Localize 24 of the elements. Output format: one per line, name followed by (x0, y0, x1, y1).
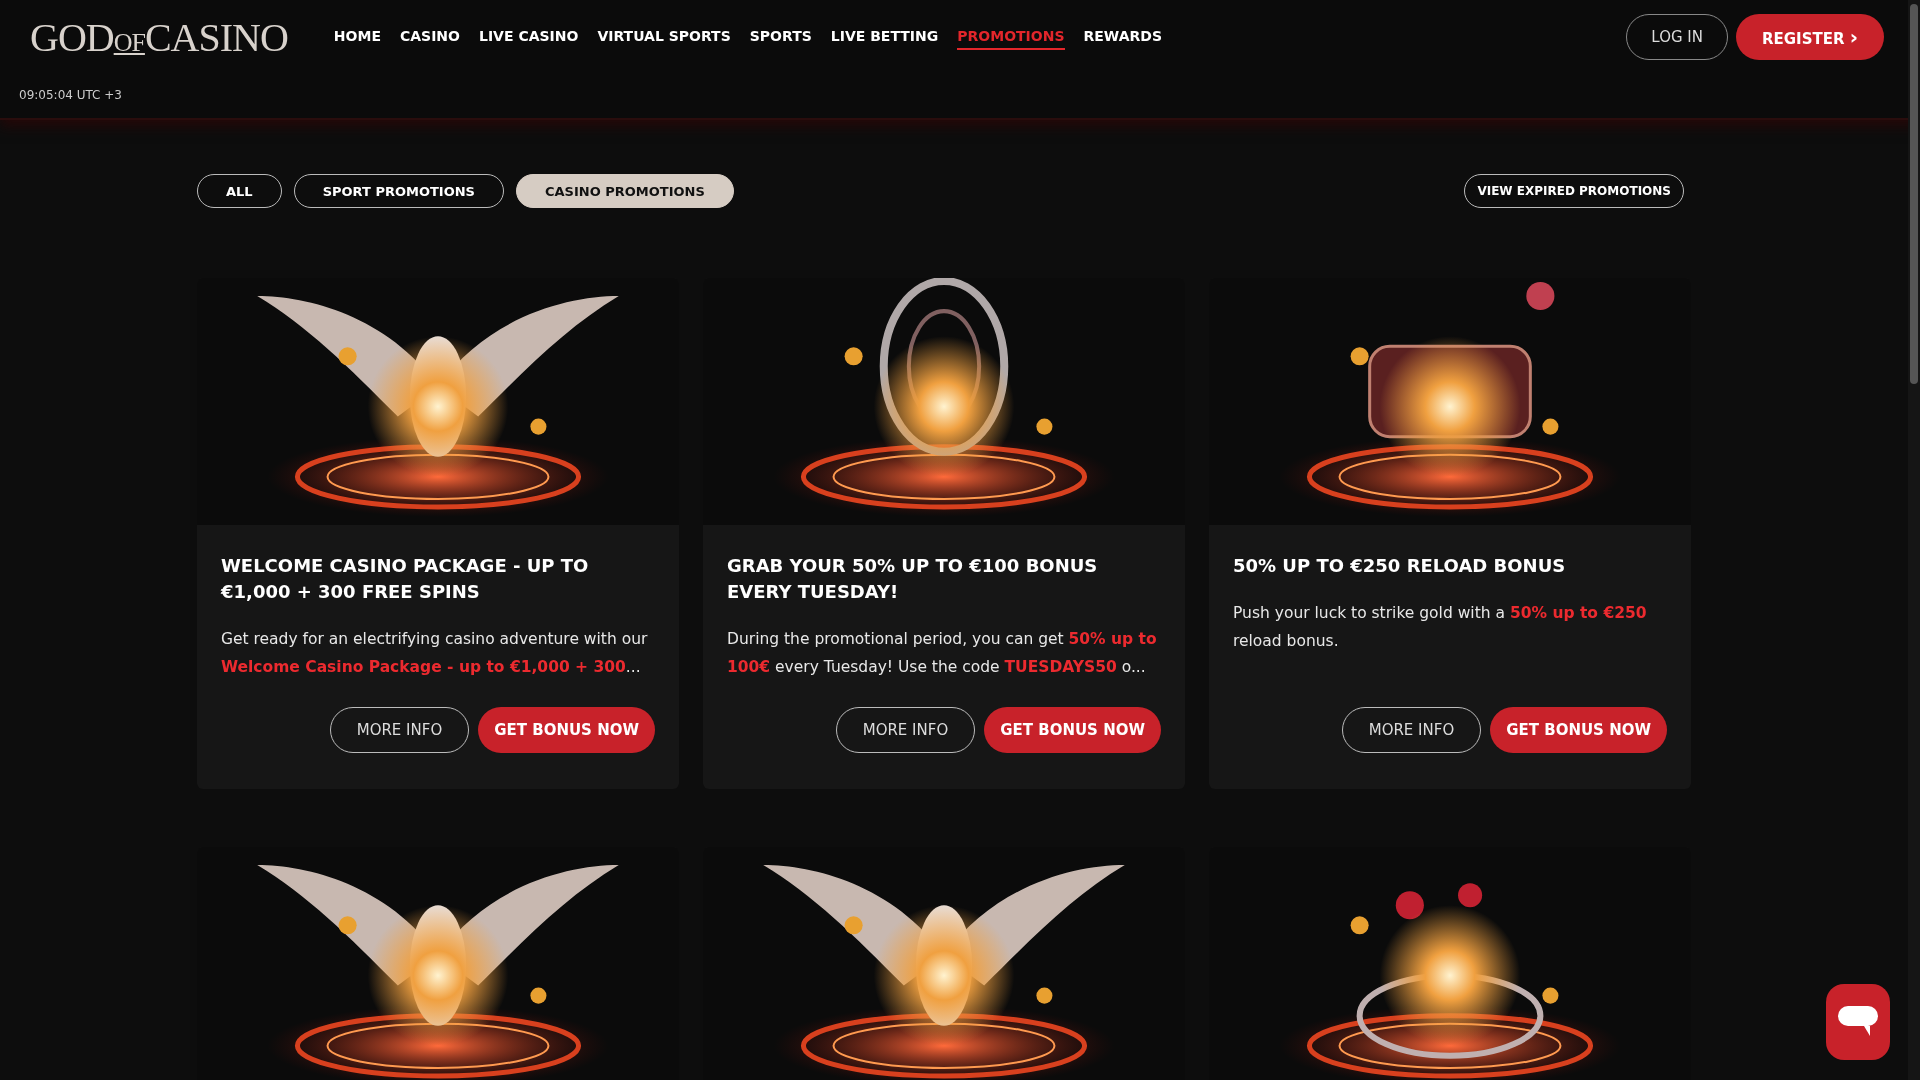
nav-link[interactable]: CASINO (399, 24, 460, 50)
promo-title: WELCOME CASINO PACKAGE - UP TO €1,000 + 300 FREE SPINS (221, 554, 590, 604)
promo-description: Push your luck to strike gold with a 50% up to €250 reload bonus. (1233, 603, 1648, 652)
nav-link[interactable]: REWARDS (1083, 24, 1162, 50)
promo-description: During the promotional period, you can get 50% up to 100€ every Tuesday! Use the code TUESDAYS50 o... (727, 629, 1158, 678)
promo-title: GRAB YOUR 50% UP TO €100 BONUS EVERY TUESDAY! (727, 554, 1099, 604)
filter-tab[interactable]: CASINO PROMOTIONS (516, 174, 734, 208)
promo-title: 50% UP TO €250 RELOAD BONUS (1233, 554, 1567, 578)
logo[interactable]: GODOFCASINO (30, 13, 288, 61)
chat-button[interactable] (1826, 984, 1890, 1060)
scrollbar-thumb[interactable] (1910, 4, 1918, 384)
get-bonus-button[interactable]: GET BONUS NOW (984, 707, 1161, 753)
clock-text: 09:05:04 UTC +3 (18, 88, 123, 102)
nav-link[interactable]: LIVE BETTING (830, 24, 939, 50)
get-bonus-button[interactable]: GET BONUS NOW (478, 707, 655, 753)
nav-link[interactable]: VIRTUAL SPORTS (597, 24, 731, 50)
nav-link[interactable]: PROMOTIONS (957, 24, 1065, 50)
promo-description: Get ready for an electrifying casino adventure with our Welcome Casino Package - up to €1,000 + 300... (221, 629, 649, 678)
nav-link[interactable]: HOME (333, 24, 381, 50)
register-button[interactable]: REGISTER › (1736, 14, 1884, 60)
get-bonus-button[interactable]: GET BONUS NOW (1490, 707, 1667, 753)
nav-link[interactable]: LIVE CASINO (479, 24, 579, 50)
nav-link[interactable]: SPORTS (749, 24, 812, 50)
scrollbar[interactable] (1908, 0, 1920, 1080)
